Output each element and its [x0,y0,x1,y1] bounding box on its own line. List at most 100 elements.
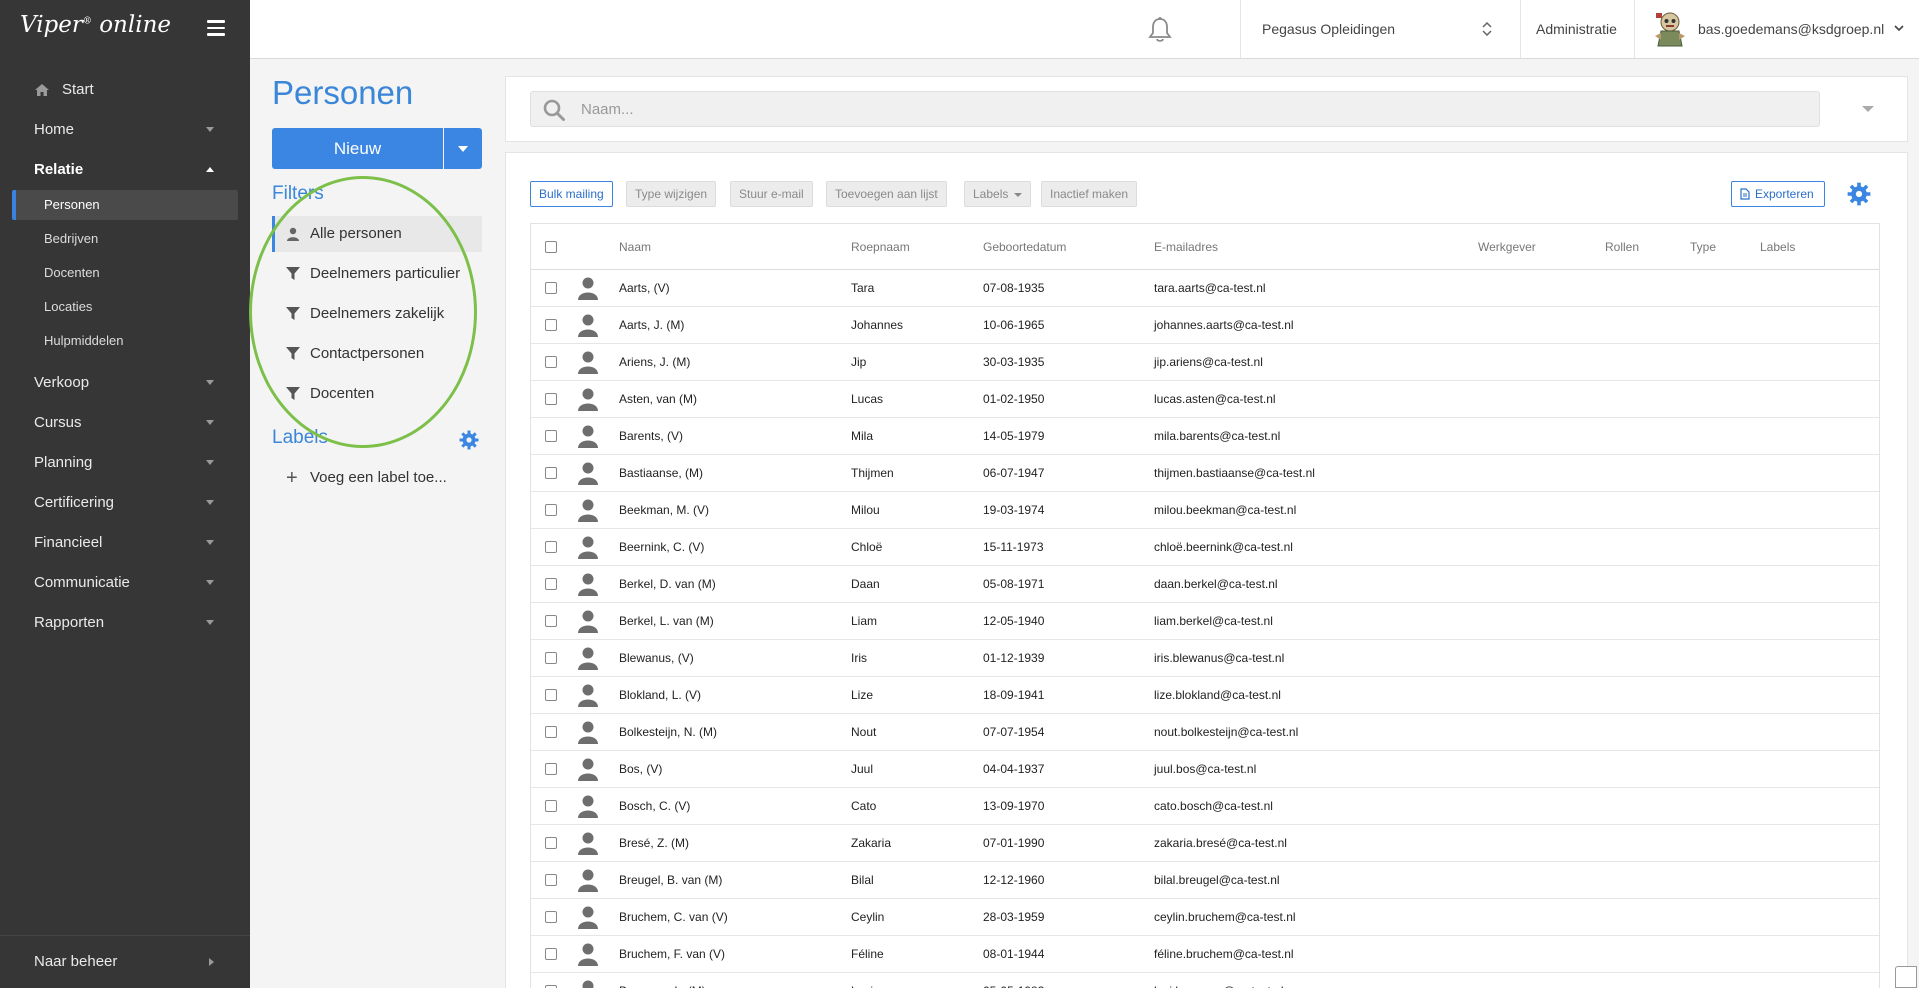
bell-icon[interactable] [1147,16,1173,44]
column-header-call-name[interactable]: Roepnaam [851,224,910,270]
sidebar-item-rapporten[interactable]: Rapporten [0,603,250,643]
table-row[interactable]: Bresé, Z. (M) Zakaria 07-01-1990 zakaria… [531,825,1879,862]
table-row[interactable]: Bolkesteijn, N. (M) Nout 07-07-1954 nout… [531,714,1879,751]
table-row[interactable]: Brugman, L. (M) Levi 05-05-1983 levi.bru… [531,973,1879,988]
search-input[interactable] [579,92,1809,126]
row-checkbox[interactable] [545,652,557,664]
sidebar-item-bedrijven[interactable]: Bedrijven [12,224,238,254]
row-checkbox[interactable] [545,874,557,886]
column-header-birth-date[interactable]: Geboortedatum [983,224,1066,270]
deactivate-button[interactable]: Inactief maken [1041,181,1138,207]
table-row[interactable]: Bastiaanse, (M) Thijmen 06-07-1947 thijm… [531,455,1879,492]
row-checkbox[interactable] [545,689,557,701]
row-checkbox[interactable] [545,467,557,479]
sidebar-item-communicatie[interactable]: Communicatie [0,563,250,603]
row-checkbox[interactable] [545,356,557,368]
table-row[interactable]: Breugel, B. van (M) Bilal 12-12-1960 bil… [531,862,1879,899]
administration-link[interactable]: Administratie [1536,0,1617,58]
person-icon [578,795,598,818]
change-type-button[interactable]: Type wijzigen [626,181,717,207]
new-button[interactable]: Nieuw [272,128,443,169]
column-header-employer[interactable]: Werkgever [1478,224,1536,270]
chevron-down-icon[interactable] [1862,106,1874,112]
bulk-mailing-button[interactable]: Bulk mailing [530,181,613,207]
table-row[interactable]: Bos, (V) Juul 04-04-1937 juul.bos@ca-tes… [531,751,1879,788]
new-dropdown-button[interactable] [444,128,482,169]
table-row[interactable]: Beekman, M. (V) Milou 19-03-1974 milou.b… [531,492,1879,529]
table-row[interactable]: Blokland, L. (V) Lize 18-09-1941 lize.bl… [531,677,1879,714]
row-checkbox[interactable] [545,948,557,960]
cell-name: Bresé, Z. (M) [619,836,690,850]
table-row[interactable]: Bruchem, C. van (V) Ceylin 28-03-1959 ce… [531,899,1879,936]
chevron-down-icon [1014,192,1023,197]
column-header-name[interactable]: Naam [619,224,651,270]
row-checkbox[interactable] [545,282,557,294]
sidebar-item-start[interactable]: Start [0,70,250,110]
send-email-button[interactable]: Stuur e-mail [730,181,813,207]
filter-docenten[interactable]: Docenten [272,376,482,412]
row-checkbox[interactable] [545,837,557,849]
cell-call-name: Thijmen [851,466,894,480]
user-menu[interactable]: bas.goedemans@ksdgroep.nl [1652,0,1912,58]
hamburger-icon[interactable] [207,20,225,36]
select-all-checkbox[interactable] [545,241,557,253]
row-checkbox[interactable] [545,615,557,627]
table-row[interactable]: Aarts, (V) Tara 07-08-1935 tara.aarts@ca… [531,270,1879,307]
sidebar-item-planning[interactable]: Planning [0,443,250,483]
gear-icon[interactable] [1847,182,1871,206]
person-icon [578,647,598,670]
row-checkbox[interactable] [545,541,557,553]
labels-dropdown-button[interactable]: Labels [964,181,1032,207]
filter-deelnemers-particulier[interactable]: Deelnemers particulier [272,256,482,292]
row-checkbox[interactable] [545,430,557,442]
sidebar-item-locaties[interactable]: Locaties [12,292,238,322]
gear-icon[interactable] [459,430,479,450]
row-checkbox[interactable] [545,800,557,812]
person-icon [582,980,594,988]
table-row[interactable]: Blewanus, (V) Iris 01-12-1939 iris.blewa… [531,640,1879,677]
corner-tool-icon[interactable] [1895,966,1917,988]
cell-birth-date: 10-06-1965 [983,318,1045,332]
row-checkbox[interactable] [545,319,557,331]
logo[interactable]: Viper® online [20,12,171,38]
sidebar-item-cursus[interactable]: Cursus [0,403,250,443]
filter-contactpersonen[interactable]: Contactpersonen [272,336,482,372]
add-label-button[interactable]: + Voeg een label toe... [272,460,482,496]
table-panel: Bulk mailing Type wijzigen Stuur e-mail … [505,152,1908,988]
table-row[interactable]: Barents, (V) Mila 14-05-1979 mila.barent… [531,418,1879,455]
export-button[interactable]: Exporteren [1731,181,1825,207]
row-checkbox[interactable] [545,393,557,405]
table-row[interactable]: Aarts, J. (M) Johannes 10-06-1965 johann… [531,307,1879,344]
sidebar-item-docenten[interactable]: Docenten [12,258,238,288]
sidebar-item-relatie[interactable]: Relatie [0,150,250,190]
sidebar-item-personen[interactable]: Personen [12,190,238,220]
row-checkbox[interactable] [545,578,557,590]
column-header-email[interactable]: E-mailadres [1154,224,1218,270]
add-to-list-button[interactable]: Toevoegen aan lijst [826,181,947,207]
table-row[interactable]: Bosch, C. (V) Cato 13-09-1970 cato.bosch… [531,788,1879,825]
cell-email: nout.bolkesteijn@ca-test.nl [1154,725,1299,739]
table-row[interactable]: Ariens, J. (M) Jip 30-03-1935 jip.ariens… [531,344,1879,381]
organization-select[interactable]: Pegasus Opleidingen [1262,0,1502,58]
sidebar-item-hulpmiddelen[interactable]: Hulpmiddelen [12,326,238,356]
column-header-type[interactable]: Type [1690,224,1716,270]
sidebar-item-home[interactable]: Home [0,110,250,150]
table-row[interactable]: Beernink, C. (V) Chloë 15-11-1973 chloë.… [531,529,1879,566]
column-header-roles[interactable]: Rollen [1605,224,1639,270]
table-row[interactable]: Asten, van (M) Lucas 01-02-1950 lucas.as… [531,381,1879,418]
sidebar-item-certificering[interactable]: Certificering [0,483,250,523]
row-checkbox[interactable] [545,504,557,516]
row-checkbox[interactable] [545,911,557,923]
row-checkbox[interactable] [545,726,557,738]
sidebar-item-naar-beheer[interactable]: Naar beheer [0,942,250,982]
sidebar-item-financieel[interactable]: Financieel [0,523,250,563]
search-panel [505,76,1908,142]
table-row[interactable]: Berkel, D. van (M) Daan 05-08-1971 daan.… [531,566,1879,603]
row-checkbox[interactable] [545,763,557,775]
table-row[interactable]: Bruchem, F. van (V) Féline 08-01-1944 fé… [531,936,1879,973]
filter-deelnemers-zakelijk[interactable]: Deelnemers zakelijk [272,296,482,332]
table-row[interactable]: Berkel, L. van (M) Liam 12-05-1940 liam.… [531,603,1879,640]
sidebar-item-verkoop[interactable]: Verkoop [0,363,250,403]
filter-alle-personen[interactable]: Alle personen [272,216,482,252]
column-header-labels[interactable]: Labels [1760,224,1795,270]
